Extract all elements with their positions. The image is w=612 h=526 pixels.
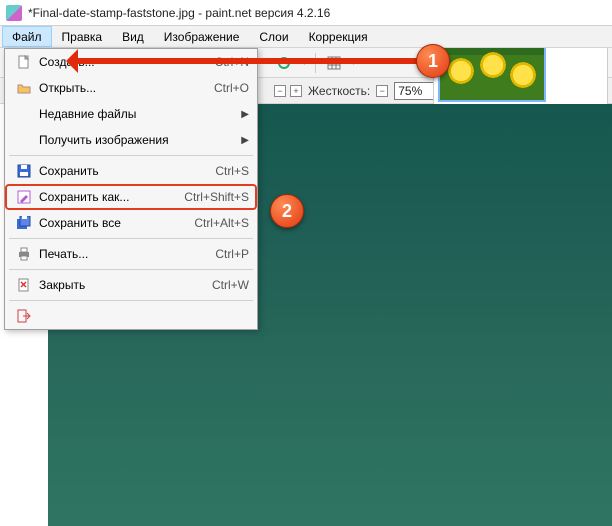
menu-item-save[interactable]: Сохранить Ctrl+S <box>5 158 257 184</box>
file-menu-dropdown: Создать... Ctrl+N Открыть... Ctrl+O Неда… <box>4 48 258 330</box>
window-title: *Final-date-stamp-faststone.jpg - paint.… <box>28 6 330 20</box>
chevron-right-icon: ▶ <box>241 135 249 146</box>
hardness-label: Жесткость: <box>308 84 370 98</box>
menu-layers[interactable]: Слои <box>249 26 298 47</box>
menu-sep <box>9 238 253 239</box>
menu-sep <box>9 300 253 301</box>
marker-2: 2 <box>270 194 304 228</box>
save-all-icon <box>13 214 35 232</box>
minus-icon[interactable]: − <box>376 85 388 97</box>
print-icon <box>13 245 35 263</box>
menu-item-save-as[interactable]: Сохранить как... Ctrl+Shift+S <box>5 184 257 210</box>
close-icon <box>13 276 35 294</box>
menu-image[interactable]: Изображение <box>154 26 250 47</box>
chevron-right-icon: ▶ <box>241 109 249 120</box>
minus-icon[interactable]: − <box>274 85 286 97</box>
menu-item-acquire[interactable]: Получить изображения ▶ <box>5 127 257 153</box>
new-file-icon <box>13 53 35 71</box>
save-icon <box>13 162 35 180</box>
save-as-icon <box>13 188 35 206</box>
menu-item-close[interactable]: Закрыть Ctrl+W <box>5 272 257 298</box>
menu-item-recent[interactable]: Недавние файлы ▶ <box>5 101 257 127</box>
menu-item-save-all[interactable]: Сохранить все Ctrl+Alt+S <box>5 210 257 236</box>
menu-sep <box>9 155 253 156</box>
menu-view[interactable]: Вид <box>112 26 154 47</box>
menu-adjust[interactable]: Коррекция <box>299 26 378 47</box>
marker-1: 1 <box>416 44 450 78</box>
menu-item-open[interactable]: Открыть... Ctrl+O <box>5 75 257 101</box>
plus-icon[interactable]: + <box>290 85 302 97</box>
titlebar: *Final-date-stamp-faststone.jpg - paint.… <box>0 0 612 26</box>
annotation-arrow <box>74 58 434 64</box>
menu-edit[interactable]: Правка <box>52 26 113 47</box>
menu-file[interactable]: Файл <box>2 26 52 47</box>
menu-item-print[interactable]: Печать... Ctrl+P <box>5 241 257 267</box>
menubar: Файл Правка Вид Изображение Слои Коррекц… <box>0 26 612 48</box>
app-icon <box>6 5 22 21</box>
menu-item-exit[interactable] <box>5 303 257 329</box>
open-folder-icon <box>13 79 35 97</box>
menu-sep <box>9 269 253 270</box>
exit-icon <box>13 307 35 325</box>
